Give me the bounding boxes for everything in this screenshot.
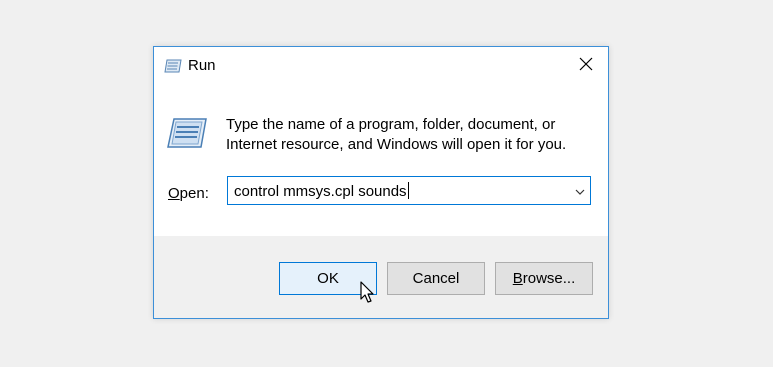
text-caret bbox=[407, 182, 409, 199]
cancel-button-label: Cancel bbox=[412, 270, 460, 287]
browse-button-accelerator: B bbox=[512, 270, 523, 287]
close-button[interactable] bbox=[564, 47, 608, 85]
open-input-value: control mmsys.cpl sounds bbox=[234, 183, 407, 200]
open-label: Open: bbox=[168, 185, 209, 202]
instruction-text: Type the name of a program, folder, docu… bbox=[226, 115, 596, 155]
open-input[interactable]: control mmsys.cpl sounds bbox=[234, 182, 409, 200]
open-label-accelerator: O bbox=[168, 185, 180, 202]
chevron-down-icon[interactable] bbox=[574, 185, 586, 197]
cancel-button[interactable]: Cancel bbox=[387, 262, 485, 295]
run-dialog: Run Type the name of a program, folder, … bbox=[153, 46, 609, 319]
title-bar[interactable]: Run bbox=[154, 47, 608, 85]
dialog-content: Type the name of a program, folder, docu… bbox=[154, 85, 608, 236]
open-label-text: pen: bbox=[179, 185, 209, 202]
run-program-icon bbox=[166, 117, 208, 149]
instruction-line-2: Internet resource, and Windows will open… bbox=[226, 136, 567, 153]
close-icon bbox=[579, 57, 593, 76]
run-icon bbox=[164, 59, 182, 73]
open-combobox[interactable]: control mmsys.cpl sounds bbox=[227, 176, 591, 205]
mouse-pointer-icon bbox=[360, 281, 376, 305]
browse-button[interactable]: Browse... bbox=[495, 262, 593, 295]
ok-button-label: OK bbox=[317, 270, 339, 287]
window-title: Run bbox=[188, 57, 216, 74]
instruction-line-1: Type the name of a program, folder, docu… bbox=[226, 116, 556, 133]
browse-button-label: rowse... bbox=[522, 270, 576, 287]
